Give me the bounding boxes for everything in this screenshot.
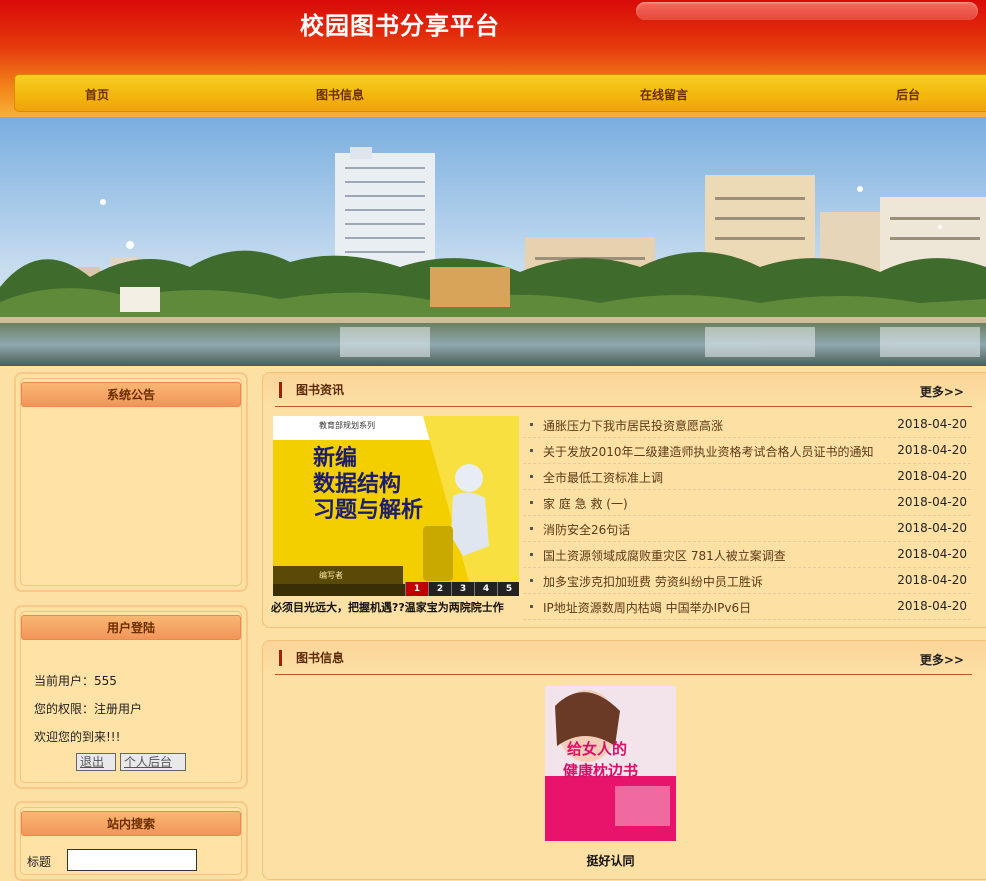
news-slideshow[interactable]: 教育部规划系列 新编 数据结构 习题与解析 编写者 1 2 3 4 5 [273, 416, 519, 596]
book-cover[interactable]: 给女人的 健康枕边书 [545, 686, 676, 841]
notice-box-title: 系统公告 [21, 382, 241, 407]
news-panel: 图书资讯 更多>> 教育部规划系列 新编 数据结构 习题与解析 编写者 1 2 … [262, 372, 986, 628]
slide-page-5[interactable]: 5 [497, 582, 519, 596]
login-box: 用户登陆 当前用户：555 您的权限：注册用户 欢迎您的到来!!! 退出 个人后… [14, 605, 248, 789]
nav-item-home[interactable]: 首页 [85, 86, 109, 103]
login-box-title: 用户登陆 [21, 615, 241, 640]
cover-footer-text: 编写者 [319, 571, 343, 580]
news-item[interactable]: IP地址资源数周内枯竭 中国举办IPv6日 2018-04-20 [523, 594, 971, 620]
current-user-text: 当前用户：555 [34, 674, 117, 688]
news-item-date: 2018-04-20 [897, 495, 967, 509]
bullet-icon [530, 501, 533, 504]
notice-box: 系统公告 [14, 372, 248, 592]
site-header: 校园图书分享平台 首页 图书信息 在线留言 后台 [0, 0, 986, 117]
search-box-title: 站内搜索 [21, 811, 241, 836]
news-item[interactable]: 关于发放2010年二级建造师执业资格考试合格人员证书的通知 2018-04-20 [523, 438, 971, 464]
nav-item-book-info[interactable]: 图书信息 [316, 86, 364, 103]
nav-item-admin[interactable]: 后台 [896, 86, 920, 103]
news-item-date: 2018-04-20 [897, 443, 967, 457]
news-item[interactable]: 国土资源领域成腐败重灾区 781人被立案调查 2018-04-20 [523, 542, 971, 568]
site-title: 校园图书分享平台 [300, 11, 500, 40]
welcome-text: 欢迎您的到来!!! [34, 730, 121, 744]
news-item-date: 2018-04-20 [897, 599, 967, 613]
bullet-icon [530, 475, 533, 478]
news-item[interactable]: 消防安全26句话 2018-04-20 [523, 516, 971, 542]
news-item-title[interactable]: 通胀压力下我市居民投资意愿高涨 [543, 417, 723, 434]
news-item-date: 2018-04-20 [897, 547, 967, 561]
permission-text: 您的权限：注册用户 [34, 702, 143, 716]
logout-button[interactable]: 退出 [76, 753, 116, 771]
bullet-icon [530, 527, 533, 530]
news-item-title[interactable]: 消防安全26句话 [543, 521, 630, 538]
slide-page-1[interactable]: 1 [405, 582, 428, 596]
news-item-title[interactable]: IP地址资源数周内枯竭 中国举办IPv6日 [543, 599, 751, 616]
slide-page-2[interactable]: 2 [428, 582, 451, 596]
bullet-icon [530, 553, 533, 556]
books-panel: 图书信息 更多>> 给女人的 健康枕边书 挺好认同 [262, 640, 986, 880]
bullet-icon [530, 423, 533, 426]
news-item[interactable]: 通胀压力下我市居民投资意愿高涨 2018-04-20 [523, 412, 971, 438]
news-item-title[interactable]: 国土资源领域成腐败重灾区 781人被立案调查 [543, 547, 786, 564]
news-item-title[interactable]: 加多宝涉克扣加班费 劳资纠纷中员工胜诉 [543, 573, 763, 590]
slide-page-4[interactable]: 4 [474, 582, 497, 596]
nav-item-messages[interactable]: 在线留言 [640, 86, 688, 103]
campus-banner-image [0, 117, 986, 366]
header-decorative-bar [636, 2, 978, 20]
books-more-link[interactable]: 更多>> [920, 651, 964, 668]
news-panel-title: 图书资讯 [279, 382, 344, 398]
news-item-title[interactable]: 关于发放2010年二级建造师执业资格考试合格人员证书的通知 [543, 443, 874, 460]
books-panel-title: 图书信息 [279, 650, 344, 666]
news-item-date: 2018-04-20 [897, 573, 967, 587]
news-item-title[interactable]: 全市最低工资标准上调 [543, 469, 663, 486]
main-nav: 首页 图书信息 在线留言 后台 [14, 74, 986, 112]
book-cover-line-2: 健康枕边书 [563, 762, 639, 780]
news-item[interactable]: 加多宝涉克扣加班费 劳资纠纷中员工胜诉 2018-04-20 [523, 568, 971, 594]
cover-series-text: 教育部规划系列 [319, 421, 375, 430]
cover-title: 新编 数据结构 习题与解析 [313, 446, 424, 523]
news-more-link[interactable]: 更多>> [920, 383, 964, 400]
search-box: 站内搜索 标题 [14, 801, 248, 881]
slide-caption[interactable]: 必须目光远大，把握机遇??温家宝为两院院士作 [271, 599, 521, 615]
personal-backend-button[interactable]: 个人后台 [120, 753, 186, 771]
news-item[interactable]: 家 庭 急 救 (一) 2018-04-20 [523, 490, 971, 516]
book-cover-line-1: 给女人的 [567, 740, 628, 758]
news-item-date: 2018-04-20 [897, 469, 967, 483]
news-item[interactable]: 全市最低工资标准上调 2018-04-20 [523, 464, 971, 490]
bullet-icon [530, 579, 533, 582]
news-item-date: 2018-04-20 [897, 521, 967, 535]
news-item-title[interactable]: 家 庭 急 救 (一) [543, 495, 628, 512]
slide-page-3[interactable]: 3 [451, 582, 474, 596]
news-item-date: 2018-04-20 [897, 417, 967, 431]
book-name[interactable]: 挺好认同 [545, 852, 676, 869]
search-title-label: 标题 [27, 855, 52, 869]
bullet-icon [530, 605, 533, 608]
bullet-icon [530, 449, 533, 452]
